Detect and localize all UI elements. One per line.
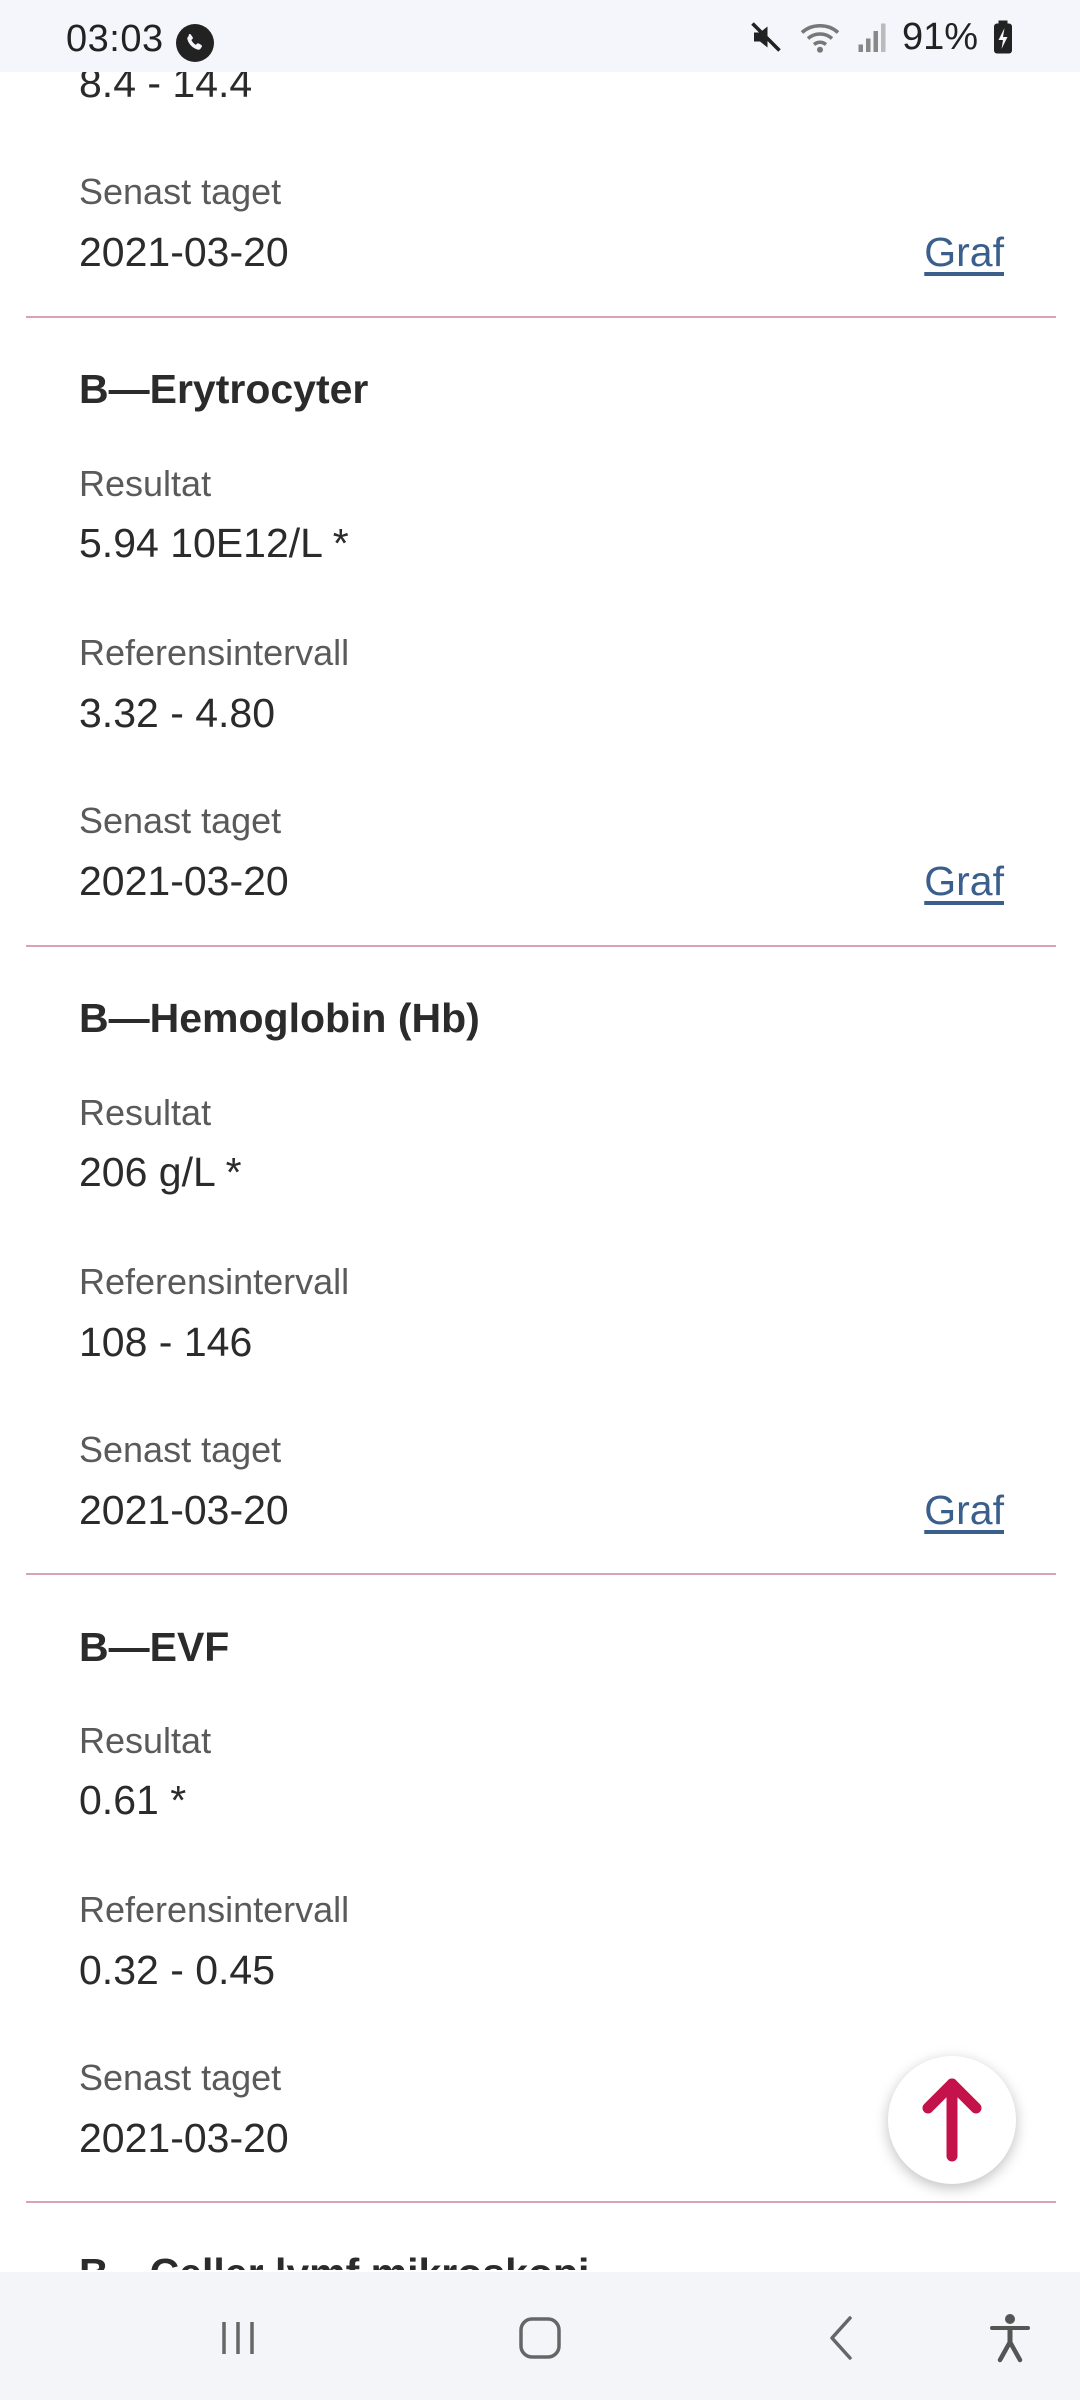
result-value: 206 g/L * (79, 1149, 242, 1195)
home-button[interactable] (510, 2308, 570, 2368)
date-label: Senast taget (79, 800, 282, 841)
result-label: Resultat (79, 1720, 212, 1761)
status-time: 03:03 (66, 18, 164, 60)
reference-range-label: Referensintervall (79, 632, 350, 673)
home-icon (519, 2317, 561, 2359)
test-title-partial: B—Celler lymf mikroskopi (79, 2250, 589, 2270)
date-label: Senast taget (79, 171, 282, 212)
accessibility-button[interactable] (980, 2308, 1040, 2368)
graph-link[interactable]: Graf (924, 229, 1004, 276)
wifi-icon (800, 23, 840, 53)
divider (26, 945, 1056, 947)
test-title: B—Erytrocyter (79, 366, 369, 412)
divider (26, 2201, 1056, 2203)
reference-range-value: 3.32 - 4.80 (79, 690, 276, 736)
back-icon (830, 2316, 852, 2360)
battery-charging-icon (994, 20, 1012, 54)
graph-link[interactable]: Graf (924, 1487, 1004, 1534)
date-value: 2021-03-20 (79, 858, 289, 904)
scroll-to-top-button[interactable] (888, 2056, 1016, 2184)
test-title: B—EVF (79, 1624, 230, 1670)
test-title: B—Hemoglobin (Hb) (79, 995, 480, 1041)
graph-link[interactable]: Graf (924, 858, 1004, 905)
result-label: Resultat (79, 1092, 212, 1133)
result-value: 0.61 * (79, 1777, 187, 1823)
result-value: 5.94 10E12/L * (79, 520, 349, 566)
lab-results-list[interactable]: 8.4 - 14.4 Senast taget 2021-03-20 Graf … (0, 0, 1080, 2270)
status-icons: 91% (748, 16, 1014, 58)
battery-percentage: 91% (901, 15, 978, 58)
system-navigation-bar (0, 2272, 1080, 2400)
date-label: Senast taget (79, 2057, 282, 2098)
reference-range-label: Referensintervall (79, 1889, 350, 1930)
divider (26, 316, 1056, 318)
divider (26, 1573, 1056, 1575)
result-label: Resultat (79, 463, 212, 504)
phone-call-icon (176, 24, 214, 62)
mute-icon (751, 22, 781, 52)
back-button[interactable] (812, 2308, 872, 2368)
accessibility-icon (990, 2314, 1030, 2363)
screen: 03:03 91% 8.4 - 14.4 Senast taget 2021-0… (0, 0, 1080, 2400)
recent-apps-icon (222, 2322, 254, 2354)
date-label: Senast taget (79, 1429, 282, 1470)
date-value: 2021-03-20 (79, 1487, 289, 1533)
signal-icon (858, 23, 886, 52)
reference-range-value: 0.32 - 0.45 (79, 1947, 276, 1993)
arrow-up-icon (922, 2078, 982, 2162)
date-value: 2021-03-20 (79, 2115, 289, 2161)
date-value: 2021-03-20 (79, 229, 289, 275)
reference-range-label: Referensintervall (79, 1261, 350, 1302)
reference-range-value: 108 - 146 (79, 1319, 253, 1365)
status-bar: 03:03 91% (0, 0, 1080, 72)
recent-apps-button[interactable] (208, 2308, 268, 2368)
